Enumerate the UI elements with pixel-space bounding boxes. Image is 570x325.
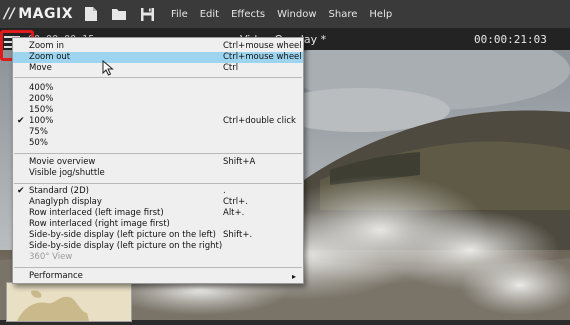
menu-edit[interactable]: Edit <box>200 9 219 20</box>
label: 100% <box>29 116 54 126</box>
menu-item-move[interactable]: Move Ctrl <box>13 63 303 74</box>
menu-file[interactable]: File <box>171 9 188 20</box>
label: Side-by-side display (left picture on th… <box>29 241 223 251</box>
menu-separator <box>14 267 302 268</box>
menu-item-zoom-100[interactable]: ✔ 100% Ctrl+double click <box>13 116 303 127</box>
label: 360° View <box>29 252 73 262</box>
magix-logo: // MAGIX <box>4 6 73 22</box>
label: Standard (2D) <box>29 186 89 196</box>
menu-item-zoom-150[interactable]: 150% <box>13 105 303 116</box>
label: Zoom in <box>29 41 64 51</box>
check-icon: ✔ <box>17 116 25 126</box>
label: Visible jog/shuttle <box>29 168 105 178</box>
menu-help[interactable]: Help <box>369 9 392 20</box>
check-icon: ✔ <box>17 186 25 196</box>
menu-item-anaglyph[interactable]: Anaglyph display Ctrl+. <box>13 197 303 208</box>
menu-item-zoom-400[interactable]: 400% <box>13 83 303 94</box>
label: Zoom out <box>29 52 71 62</box>
label: Move <box>29 63 52 73</box>
menu-items: File Edit Effects Window Share Help <box>171 9 404 20</box>
label: Movie overview <box>29 157 96 167</box>
shortcut: Ctrl+. <box>223 197 248 207</box>
open-folder-icon[interactable] <box>109 4 129 24</box>
menu-separator <box>14 77 302 78</box>
menu-window[interactable]: Window <box>277 9 316 20</box>
menu-item-side-by-side-right[interactable]: Side-by-side display (left picture on th… <box>13 241 303 252</box>
shortcut: Ctrl+mouse wheel <box>223 41 302 51</box>
menu-item-zoom-200[interactable]: 200% <box>13 94 303 105</box>
mouse-cursor-icon <box>102 60 114 76</box>
shortcut: Shift+. <box>223 230 253 240</box>
menu-item-performance[interactable]: Performance ▸ <box>13 271 303 282</box>
menu-effects[interactable]: Effects <box>231 9 265 20</box>
menu-item-zoom-75[interactable]: 75% <box>13 127 303 138</box>
view-dropdown-menu: Zoom in Ctrl+mouse wheel Zoom out Ctrl+m… <box>12 37 304 284</box>
logo-slashes: // <box>4 6 16 22</box>
menu-item-standard-2d[interactable]: ✔ Standard (2D) . <box>13 186 303 197</box>
menu-bar: // MAGIX File Edit Effects Window Share … <box>0 0 570 28</box>
label: 200% <box>29 94 54 104</box>
label: Side-by-side display (left picture on th… <box>29 230 216 240</box>
submenu-arrow-icon: ▸ <box>292 272 297 281</box>
label: 150% <box>29 105 54 115</box>
logo-text: MAGIX <box>18 6 73 22</box>
label: 50% <box>29 138 48 148</box>
menu-item-row-interlaced-right[interactable]: Row interlaced (right image first) <box>13 219 303 230</box>
save-icon[interactable] <box>137 4 157 24</box>
label: 400% <box>29 83 54 93</box>
new-file-icon[interactable] <box>81 4 101 24</box>
menu-item-360-view: 360° View <box>13 252 303 263</box>
menu-separator <box>14 153 302 154</box>
label: Row interlaced (left image first) <box>29 208 164 218</box>
shortcut: Ctrl <box>223 63 239 73</box>
shortcut: Alt+. <box>223 208 245 218</box>
menu-item-zoom-50[interactable]: 50% <box>13 138 303 149</box>
label: Performance <box>29 271 83 281</box>
menu-item-zoom-in[interactable]: Zoom in Ctrl+mouse wheel <box>13 41 303 52</box>
label: Row interlaced (right image first) <box>29 219 170 229</box>
label: 75% <box>29 127 48 137</box>
map-thumbnail[interactable] <box>6 282 132 322</box>
menu-item-visible-jog[interactable]: Visible jog/shuttle <box>13 168 303 179</box>
menu-item-movie-overview[interactable]: Movie overview Shift+A <box>13 157 303 168</box>
shortcut: . <box>223 186 226 196</box>
timecode-right: 00:00:21:03 <box>474 33 547 46</box>
shortcut: Shift+A <box>223 157 256 167</box>
menu-share[interactable]: Share <box>329 9 358 20</box>
menu-item-side-by-side-left[interactable]: Side-by-side display (left picture on th… <box>13 230 303 241</box>
label: Anaglyph display <box>29 197 102 207</box>
menu-separator <box>14 183 302 184</box>
menu-item-zoom-out[interactable]: Zoom out Ctrl+mouse wheel <box>13 52 303 63</box>
shortcut: Ctrl+mouse wheel <box>223 52 302 62</box>
shortcut: Ctrl+double click <box>223 116 296 126</box>
menu-item-row-interlaced-left[interactable]: Row interlaced (left image first) Alt+. <box>13 208 303 219</box>
